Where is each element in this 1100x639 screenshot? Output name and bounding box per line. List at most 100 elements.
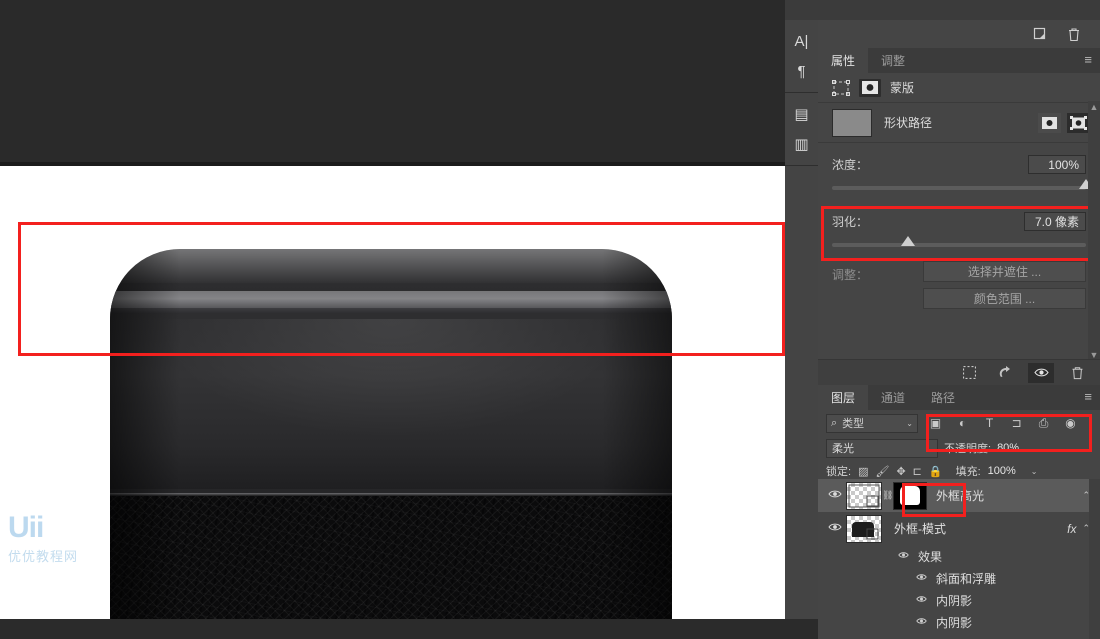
- vector-mask-button[interactable]: [1067, 112, 1090, 133]
- tab-paths[interactable]: 路径: [918, 385, 968, 410]
- photoshop-window: Uii 优优教程网 A| ¶ ▤ ▥ 属性 调整 ≡ 蒙版 形状路径 浓度： 1…: [0, 0, 1100, 639]
- shape-path-thumbnail[interactable]: [832, 108, 872, 137]
- layer-thumbnail[interactable]: [846, 481, 882, 510]
- character-panel-icon[interactable]: A|: [785, 26, 818, 56]
- character-styles-icon[interactable]: ▤: [785, 99, 818, 129]
- tab-layers-label: 图层: [831, 391, 856, 405]
- feather-knob[interactable]: [901, 236, 916, 246]
- layers-scrollbar[interactable]: [1089, 479, 1100, 639]
- tab-channels[interactable]: 通道: [868, 385, 918, 410]
- lock-transparency-icon[interactable]: ▨: [858, 465, 868, 478]
- density-slider-row: 浓度： 100%: [818, 143, 1100, 198]
- effect-visibility-icon[interactable]: [916, 573, 928, 584]
- effect-visibility-icon[interactable]: [898, 551, 910, 562]
- opacity-chevron-down-icon[interactable]: ⌄: [1041, 444, 1048, 453]
- layer-name: 外框-模式: [894, 522, 946, 536]
- paragraph-panel-icon[interactable]: ¶: [785, 56, 818, 86]
- tab-channels-label: 通道: [881, 391, 906, 405]
- properties-scrollbar[interactable]: ▲ ▼: [1088, 101, 1100, 385]
- rail-group-text: A| ¶: [785, 20, 818, 93]
- load-selection-icon[interactable]: [956, 363, 982, 383]
- filter-shape-icon[interactable]: ⊐: [1007, 414, 1026, 432]
- layer-link-icon[interactable]: ⛓: [882, 490, 893, 501]
- watermark-logo: Uii: [8, 511, 44, 544]
- layers-panel-menu-icon[interactable]: ≡: [1084, 390, 1092, 403]
- effect-visibility-icon[interactable]: [916, 595, 928, 606]
- fill-value[interactable]: 100%: [988, 465, 1016, 477]
- properties-panel-menu-icon[interactable]: ≡: [1084, 53, 1092, 66]
- delete-mask-icon[interactable]: [1064, 363, 1090, 383]
- delete-layer-icon[interactable]: [1066, 26, 1082, 42]
- layer-filter-type-select[interactable]: ⌕ 类型 ⌄: [826, 413, 918, 433]
- properties-title: 蒙版: [890, 81, 915, 95]
- feather-track[interactable]: [832, 236, 1086, 247]
- adjust-buttons: 选择并遮住 ... 颜色范围 ...: [923, 261, 1086, 309]
- properties-footer: [818, 359, 1100, 385]
- toggle-mask-visibility-icon[interactable]: [1028, 362, 1054, 383]
- adjust-row: 调整： 选择并遮住 ... 颜色范围 ...: [818, 255, 1100, 309]
- annotation-rectangle: [18, 222, 785, 356]
- apply-mask-icon[interactable]: [992, 363, 1018, 383]
- density-value[interactable]: 100%: [1028, 155, 1086, 174]
- paragraph-panel-glyph: ¶: [797, 62, 806, 80]
- list-item[interactable]: 内阴影: [818, 589, 1100, 611]
- list-item[interactable]: 斜面和浮雕: [818, 567, 1100, 589]
- blend-mode-select[interactable]: 柔光 ⌄: [826, 438, 938, 458]
- new-layer-icon[interactable]: [1032, 26, 1048, 42]
- layer-visibility-icon[interactable]: [824, 522, 846, 535]
- list-item[interactable]: 内阴影: [818, 611, 1100, 633]
- layer-fx-icon[interactable]: fx: [1067, 522, 1076, 536]
- color-range-button[interactable]: 颜色范围 ...: [923, 288, 1086, 309]
- lock-image-icon[interactable]: 🖌: [875, 465, 889, 478]
- filter-pixel-icon[interactable]: ▣: [926, 414, 945, 432]
- canvas-area[interactable]: Uii 优优教程网: [0, 0, 785, 619]
- lock-label: 锁定:: [826, 466, 852, 478]
- layers-tabstrip: 图层 通道 路径 ≡: [818, 385, 1100, 410]
- density-label: 浓度：: [832, 158, 869, 172]
- lock-position-icon[interactable]: ✥: [896, 465, 905, 478]
- blend-opacity-row: 柔光 ⌄ 不透明度: 80% ⌄: [818, 436, 1100, 460]
- effects-group-label: 效果: [918, 549, 943, 564]
- select-and-mask-button[interactable]: 选择并遮住 ...: [923, 261, 1086, 282]
- list-item[interactable]: 效果: [818, 545, 1100, 567]
- filter-smart-object-icon[interactable]: ⎙: [1034, 414, 1053, 432]
- table-row[interactable]: ⛓ 外框高光 ⌃: [818, 479, 1100, 512]
- panel-icon-rail: A| ¶ ▤ ▥: [785, 20, 818, 619]
- properties-tabstrip: 属性 调整 ≡: [818, 48, 1100, 73]
- filter-type-icon[interactable]: T: [980, 414, 999, 432]
- effect-label-inner-shadow-2: 内阴影: [936, 615, 973, 630]
- layer-visibility-icon[interactable]: [824, 489, 846, 502]
- filter-adjustment-icon[interactable]: ◐: [953, 414, 972, 432]
- blend-mode-value: 柔光: [832, 443, 854, 455]
- opacity-value[interactable]: 80%: [997, 442, 1019, 454]
- paragraph-styles-icon[interactable]: ▥: [785, 129, 818, 159]
- scroll-up-arrow[interactable]: ▲: [1088, 101, 1100, 113]
- density-track[interactable]: [832, 179, 1093, 190]
- pixel-mask-button[interactable]: [1038, 112, 1061, 133]
- feather-value[interactable]: 7.0 像素: [1024, 212, 1086, 231]
- table-row[interactable]: 外框-模式 fx ⌃: [818, 512, 1100, 545]
- adjust-label: 调整：: [832, 268, 869, 282]
- lock-artboard-icon[interactable]: ⊏: [913, 465, 922, 478]
- feather-slider-row: 羽化： 7.0 像素: [818, 198, 1100, 255]
- canvas-top-band: [0, 0, 785, 166]
- layer-vector-mask-thumbnail[interactable]: [893, 481, 927, 510]
- feather-top: 羽化： 7.0 像素: [832, 212, 1086, 231]
- layer-name: 外框高光: [936, 489, 985, 503]
- fill-chevron-down-icon[interactable]: ⌄: [1031, 467, 1038, 476]
- layer-thumbnail[interactable]: [846, 514, 882, 543]
- filter-toggle-icon[interactable]: ◉: [1061, 414, 1080, 432]
- product-leather-texture: [110, 496, 672, 619]
- transform-bounds-icon: [832, 79, 850, 96]
- properties-header: 蒙版: [818, 73, 1100, 103]
- lock-all-icon[interactable]: 🔒: [929, 465, 943, 478]
- watermark: Uii 优优教程网: [8, 512, 158, 566]
- search-icon: ⌕: [831, 416, 838, 429]
- tab-properties[interactable]: 属性: [818, 48, 869, 73]
- tab-adjustments[interactable]: 调整: [868, 48, 918, 73]
- tab-layers[interactable]: 图层: [818, 385, 869, 410]
- mask-type-icon[interactable]: [859, 78, 881, 97]
- feather-label: 羽化：: [832, 215, 869, 229]
- effect-visibility-icon[interactable]: [916, 617, 928, 628]
- opacity-label: 不透明度:: [944, 443, 992, 455]
